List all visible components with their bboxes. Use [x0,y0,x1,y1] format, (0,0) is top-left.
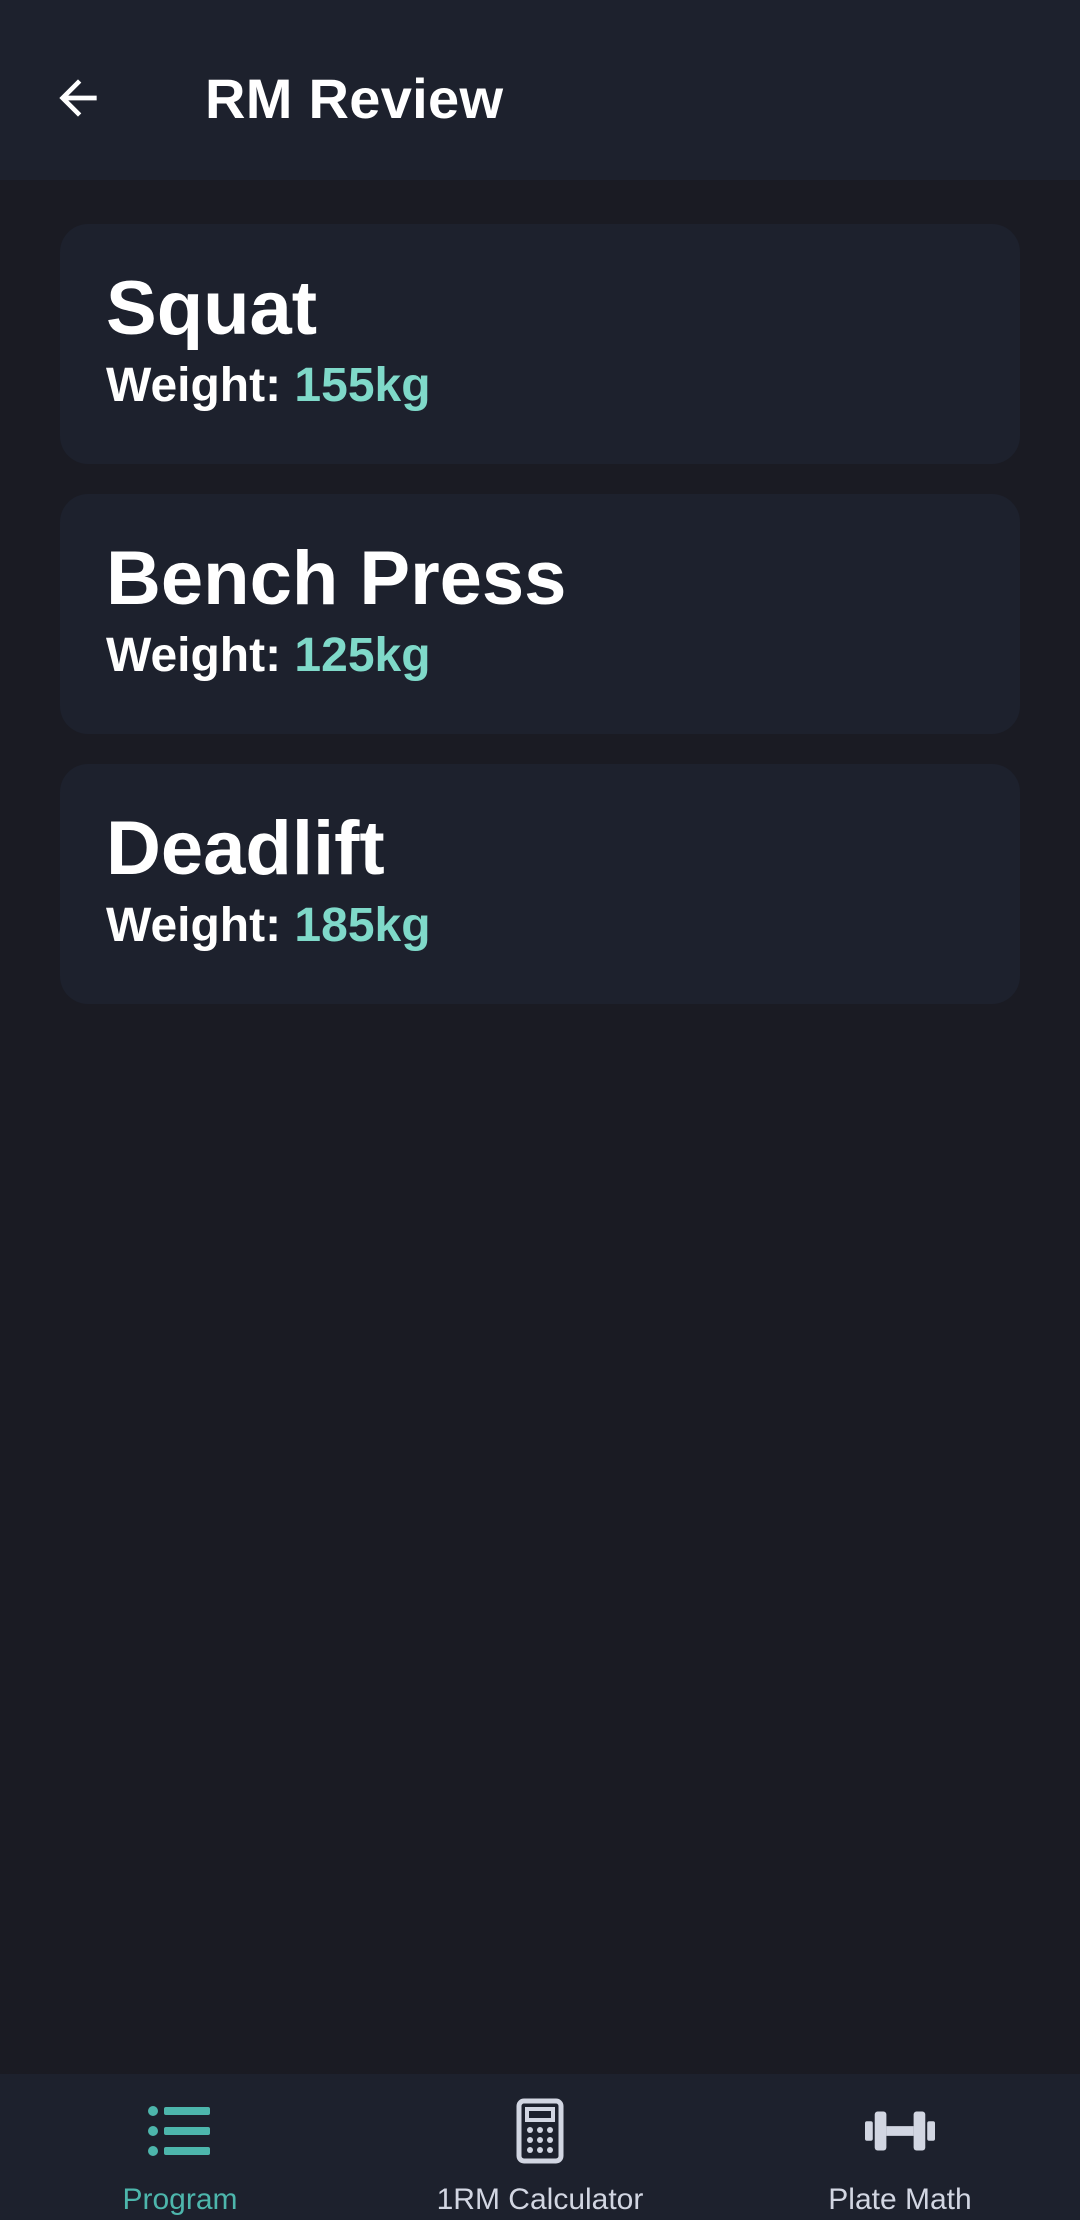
lift-name: Deadlift [106,806,385,891]
back-button[interactable] [38,58,118,138]
lift-card-deadlift[interactable]: Deadlift Weight: 185kg [60,764,1020,1004]
weight-value: 185kg [294,899,431,952]
nav-item-1rm-calculator[interactable]: 1RM Calculator [360,2074,720,2220]
weight-label: Weight: [106,629,282,682]
dumbbell-icon [865,2096,935,2166]
lift-list: Squat Weight: 155kg Bench Press Weight: … [60,224,1020,1034]
nav-label: Plate Math [828,2183,972,2216]
lift-card-bench-press[interactable]: Bench Press Weight: 125kg [60,494,1020,734]
bottom-navigation: Program 1RM Calculator Plate Math [0,2074,1080,2220]
list-icon [145,2096,215,2166]
lift-weight: Weight: 155kg [106,356,974,416]
page-title: RM Review [205,67,504,130]
nav-item-plate-math[interactable]: Plate Math [720,2074,1080,2220]
lift-name: Squat [106,266,318,351]
weight-label: Weight: [106,359,282,412]
app-bar: RM Review [0,0,1080,180]
weight-value: 155kg [294,359,431,412]
lift-name: Bench Press [106,536,567,621]
nav-label: 1RM Calculator [436,2183,644,2216]
lift-weight: Weight: 185kg [106,896,974,956]
nav-label: Program [122,2183,238,2216]
arrow-left-icon [59,79,97,117]
nav-item-program[interactable]: Program [0,2074,360,2220]
lift-card-squat[interactable]: Squat Weight: 155kg [60,224,1020,464]
lift-weight: Weight: 125kg [106,626,974,686]
weight-label: Weight: [106,899,282,952]
weight-value: 125kg [294,629,431,682]
calculator-icon [505,2096,575,2166]
